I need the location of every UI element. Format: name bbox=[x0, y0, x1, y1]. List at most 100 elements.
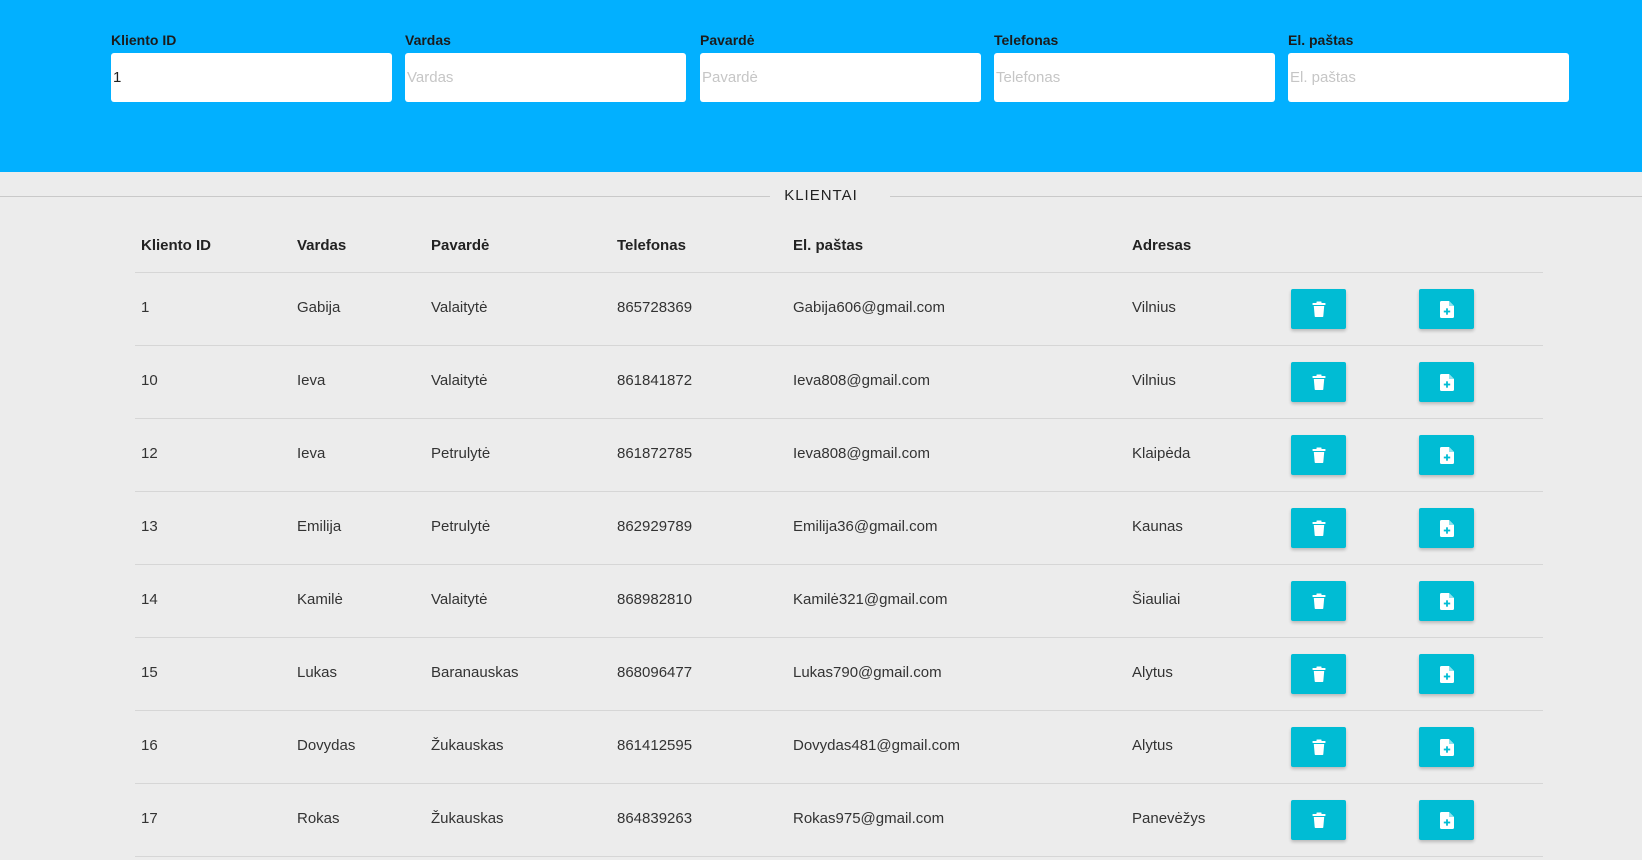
delete-button[interactable] bbox=[1291, 727, 1346, 767]
delete-button[interactable] bbox=[1291, 581, 1346, 621]
client-id-input[interactable] bbox=[111, 53, 392, 102]
table-row: 13 Emilija Petrulytė 862929789 Emilija36@gma… bbox=[135, 492, 1543, 565]
delete-button[interactable] bbox=[1291, 508, 1346, 548]
delete-button[interactable] bbox=[1291, 362, 1346, 402]
file-plus-icon bbox=[1439, 738, 1454, 756]
cell-first-name: Ieva bbox=[297, 372, 326, 389]
cell-email: Emilija36@gmail.com bbox=[793, 518, 938, 535]
cell-first-name: Emilija bbox=[297, 518, 342, 535]
phone-input[interactable] bbox=[994, 53, 1275, 102]
table-body: 1 Gabija Valaitytė 865728369 Gabija606@gmail… bbox=[135, 273, 1543, 857]
email-input[interactable] bbox=[1288, 53, 1569, 102]
cell-phone: 868096477 bbox=[617, 664, 693, 681]
cell-email: Dovydas481@gmail.com bbox=[793, 737, 960, 754]
table-row: 16 Dovydas Žukauskas 861412595 Dovydas481@gm… bbox=[135, 711, 1543, 784]
filter-client-id-label: Kliento ID bbox=[111, 32, 177, 48]
filter-first-name-label: Vardas bbox=[405, 32, 451, 48]
first-name-input[interactable] bbox=[405, 53, 686, 102]
edit-button[interactable] bbox=[1419, 581, 1474, 621]
cell-first-name: Gabija bbox=[297, 299, 341, 316]
cell-phone: 864839263 bbox=[617, 810, 693, 827]
trash-icon bbox=[1312, 593, 1326, 609]
edit-button[interactable] bbox=[1419, 727, 1474, 767]
cell-last-name: Petrulytė bbox=[431, 518, 491, 535]
table-row: 12 Ieva Petrulytė 861872785 Ieva808@gmail.co… bbox=[135, 419, 1543, 492]
table-row: 15 Lukas Baranauskas 868096477 Lukas790@gmai… bbox=[135, 638, 1543, 711]
cell-email: Gabija606@gmail.com bbox=[793, 299, 945, 316]
cell-address: Šiauliai bbox=[1132, 591, 1181, 608]
cell-client-id: 17 bbox=[141, 810, 158, 827]
cell-email: Ieva808@gmail.com bbox=[793, 445, 930, 462]
filter-bar: Kliento ID Vardas Pavardė Telefonas El. … bbox=[0, 0, 1642, 172]
cell-email: Ieva808@gmail.com bbox=[793, 372, 930, 389]
cell-last-name: Petrulytė bbox=[431, 445, 491, 462]
cell-last-name: Valaitytė bbox=[431, 591, 488, 608]
col-header-email: El. paštas bbox=[793, 237, 864, 254]
cell-phone: 862929789 bbox=[617, 518, 693, 535]
delete-button[interactable] bbox=[1291, 654, 1346, 694]
delete-button[interactable] bbox=[1291, 289, 1346, 329]
cell-address: Alytus bbox=[1132, 664, 1173, 681]
cell-last-name: Valaitytė bbox=[431, 372, 488, 389]
edit-button[interactable] bbox=[1419, 654, 1474, 694]
cell-phone: 868982810 bbox=[617, 591, 693, 608]
filter-email: El. paštas bbox=[1288, 31, 1569, 102]
cell-last-name: Valaitytė bbox=[431, 299, 488, 316]
trash-icon bbox=[1312, 812, 1326, 828]
cell-address: Panevėžys bbox=[1132, 810, 1206, 827]
col-header-first-name: Vardas bbox=[297, 237, 347, 254]
trash-icon bbox=[1312, 447, 1326, 463]
cell-client-id: 12 bbox=[141, 445, 158, 462]
filter-phone-label: Telefonas bbox=[994, 32, 1059, 48]
trash-icon bbox=[1312, 520, 1326, 536]
delete-button[interactable] bbox=[1291, 800, 1346, 840]
file-plus-icon bbox=[1439, 446, 1454, 464]
filter-last-name: Pavardė bbox=[700, 31, 981, 102]
cell-email: Rokas975@gmail.com bbox=[793, 810, 945, 827]
last-name-input[interactable] bbox=[700, 53, 981, 102]
clients-table: Kliento ID Vardas Pavardė Telefonas El. … bbox=[135, 228, 1543, 857]
file-plus-icon bbox=[1439, 300, 1454, 318]
cell-client-id: 13 bbox=[141, 518, 158, 535]
file-plus-icon bbox=[1439, 519, 1454, 537]
file-plus-icon bbox=[1439, 592, 1454, 610]
filter-client-id: Kliento ID bbox=[111, 31, 392, 102]
cell-last-name: Baranauskas bbox=[431, 664, 519, 681]
cell-client-id: 16 bbox=[141, 737, 158, 754]
cell-client-id: 1 bbox=[141, 299, 150, 316]
cell-email: Kamilė321@gmail.com bbox=[793, 591, 948, 608]
cell-client-id: 14 bbox=[141, 591, 158, 608]
col-header-client-id: Kliento ID bbox=[141, 237, 211, 254]
cell-address: Vilnius bbox=[1132, 372, 1176, 389]
edit-button[interactable] bbox=[1419, 800, 1474, 840]
section-title: KLIENTAI bbox=[770, 187, 872, 204]
clients-section-header: KLIENTAI bbox=[0, 186, 1642, 206]
delete-button[interactable] bbox=[1291, 435, 1346, 475]
cell-address: Alytus bbox=[1132, 737, 1173, 754]
file-plus-icon bbox=[1439, 665, 1454, 683]
cell-address: Klaipėda bbox=[1132, 445, 1191, 462]
cell-client-id: 15 bbox=[141, 664, 158, 681]
table-row: 14 Kamilė Valaitytė 868982810 Kamilė321@gmai… bbox=[135, 565, 1543, 638]
table-header-row: Kliento ID Vardas Pavardė Telefonas El. … bbox=[135, 228, 1543, 273]
cell-address: Kaunas bbox=[1132, 518, 1183, 535]
cell-first-name: Kamilė bbox=[297, 591, 343, 608]
edit-button[interactable] bbox=[1419, 508, 1474, 548]
edit-button[interactable] bbox=[1419, 435, 1474, 475]
trash-icon bbox=[1312, 666, 1326, 682]
table-row: 10 Ieva Valaitytė 861841872 Ieva808@gmail.co… bbox=[135, 346, 1543, 419]
file-plus-icon bbox=[1439, 811, 1454, 829]
edit-button[interactable] bbox=[1419, 362, 1474, 402]
cell-phone: 861412595 bbox=[617, 737, 693, 754]
col-header-address: Adresas bbox=[1132, 237, 1192, 254]
col-header-phone: Telefonas bbox=[617, 237, 686, 254]
filter-first-name: Vardas bbox=[405, 31, 686, 102]
cell-client-id: 10 bbox=[141, 372, 158, 389]
cell-phone: 861841872 bbox=[617, 372, 693, 389]
cell-first-name: Rokas bbox=[297, 810, 340, 827]
edit-button[interactable] bbox=[1419, 289, 1474, 329]
filter-email-label: El. paštas bbox=[1288, 32, 1354, 48]
table-row: 1 Gabija Valaitytė 865728369 Gabija606@gmail… bbox=[135, 273, 1543, 346]
filter-last-name-label: Pavardė bbox=[700, 32, 755, 48]
cell-last-name: Žukauskas bbox=[431, 810, 504, 827]
